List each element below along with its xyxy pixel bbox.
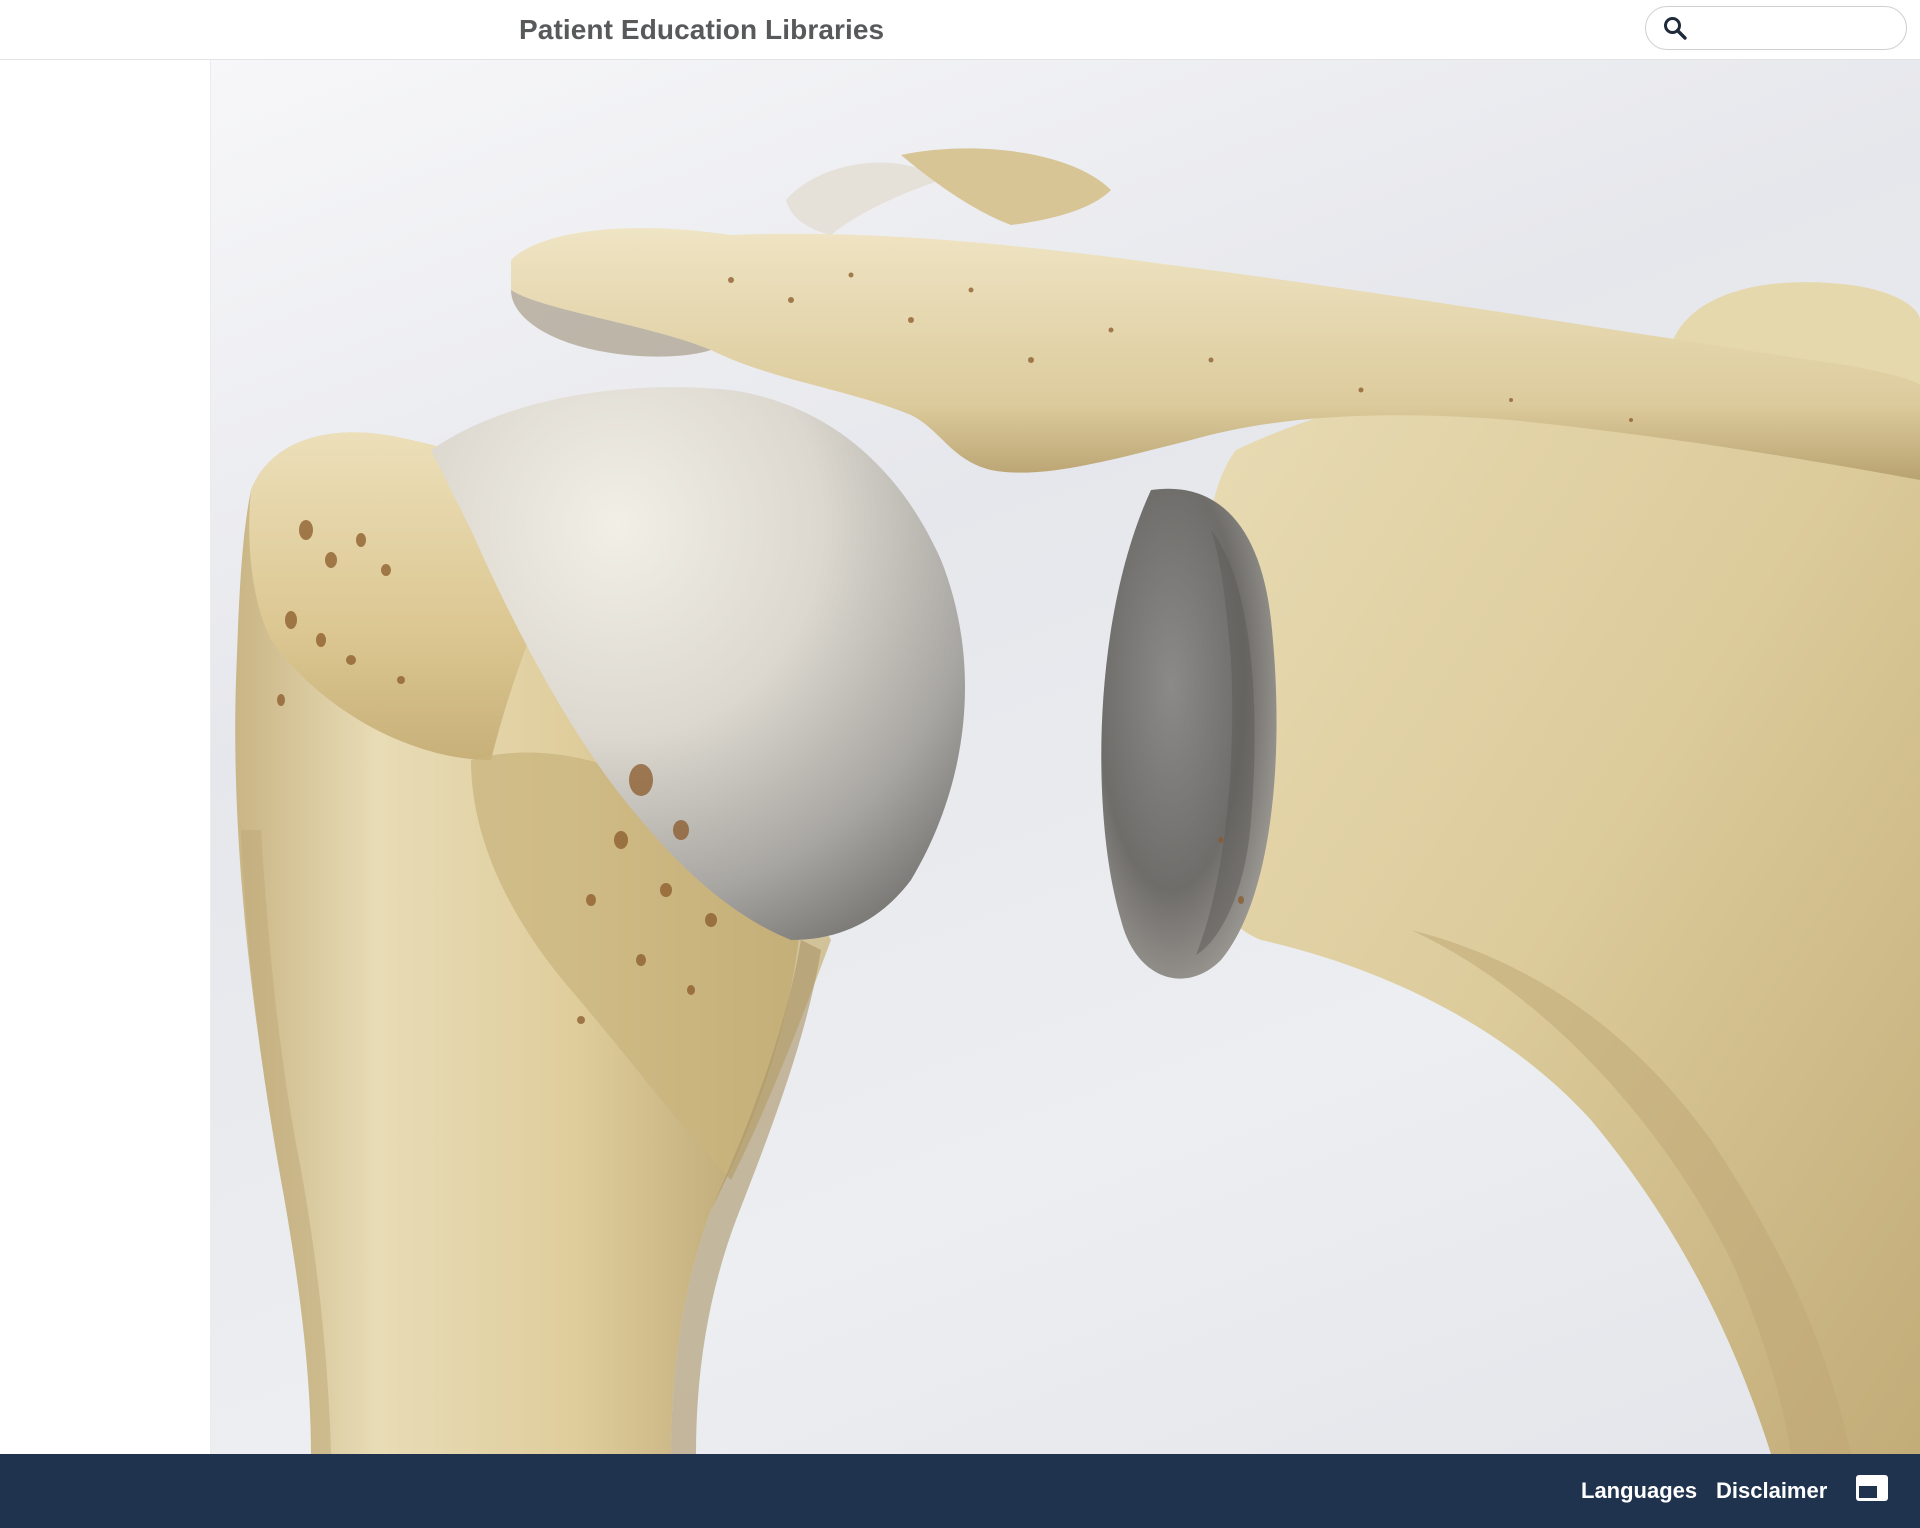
shoulder-joint-illustration xyxy=(235,148,1920,1454)
panel-layout-icon[interactable] xyxy=(1855,1474,1889,1502)
search-icon[interactable] xyxy=(1662,15,1688,41)
left-sidebar xyxy=(0,60,211,1454)
top-header: Patient Education Libraries xyxy=(0,0,1920,60)
media-viewer[interactable] xyxy=(211,60,1920,1454)
page-title: Patient Education Libraries xyxy=(519,14,885,45)
languages-link[interactable]: Languages xyxy=(1581,1478,1697,1504)
disclaimer-link[interactable]: Disclaimer xyxy=(1716,1478,1827,1504)
search-input[interactable] xyxy=(1698,13,1898,45)
search-box[interactable] xyxy=(1645,6,1907,50)
app-window: Patient Education Libraries Languages Di… xyxy=(0,0,1920,1528)
footer-bar: Languages Disclaimer xyxy=(0,1454,1920,1528)
